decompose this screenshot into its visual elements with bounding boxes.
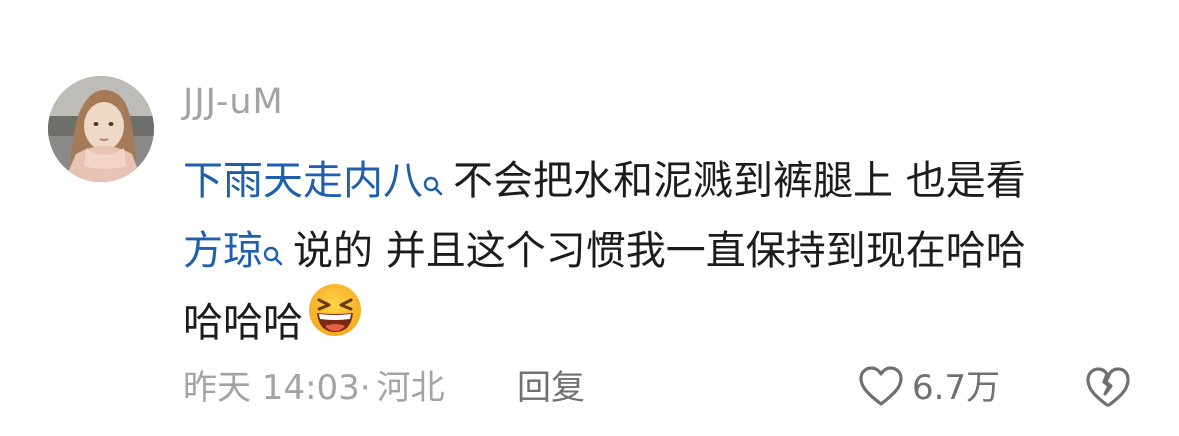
location: 河北 xyxy=(376,368,445,408)
comment-item: JJJ-uM 下雨天走内八 不会把水和泥溅到裤腿上 也是看 方琼 说的 并且这个习惯… xyxy=(0,0,1179,436)
comment-text: 下雨天走内八 不会把水和泥溅到裤腿上 也是看 方琼 说的 并且这个习惯我一直保持到现… xyxy=(183,146,1133,356)
reply-button[interactable]: 回复 xyxy=(517,366,585,410)
dislike-button[interactable] xyxy=(1085,364,1131,410)
comment-text-segment: 说的 并且这个习惯我一直保持到现在哈哈 xyxy=(293,228,1026,274)
avatar-photo xyxy=(48,76,154,182)
comment-line-2: 方琼 说的 并且这个习惯我一直保持到现在哈哈 xyxy=(183,216,1133,286)
topic-link[interactable]: 方琼 xyxy=(183,228,263,274)
separator: · xyxy=(359,368,371,408)
like-count: 6.7万 xyxy=(912,368,1001,408)
timestamp: 昨天 14:03 xyxy=(183,368,360,408)
broken-heart-icon xyxy=(1086,367,1130,407)
search-icon[interactable] xyxy=(263,220,283,290)
comment-meta: 昨天 14:03· 河北 xyxy=(183,366,445,410)
laughing-emoji-icon xyxy=(307,282,363,360)
avatar[interactable] xyxy=(48,76,154,182)
topic-link[interactable]: 下雨天走内八 xyxy=(183,158,423,204)
like-button[interactable]: 6.7万 xyxy=(858,364,1000,412)
comment-line-1: 下雨天走内八 不会把水和泥溅到裤腿上 也是看 xyxy=(183,146,1133,216)
comment-line-3: 哈哈哈 xyxy=(183,284,1133,356)
comment-text-segment: 不会把水和泥溅到裤腿上 也是看 xyxy=(453,158,1026,204)
username[interactable]: JJJ-uM xyxy=(183,80,284,124)
search-icon[interactable] xyxy=(423,150,443,220)
heart-outline-icon xyxy=(858,365,904,411)
comment-text-segment: 哈哈哈 xyxy=(183,300,303,346)
